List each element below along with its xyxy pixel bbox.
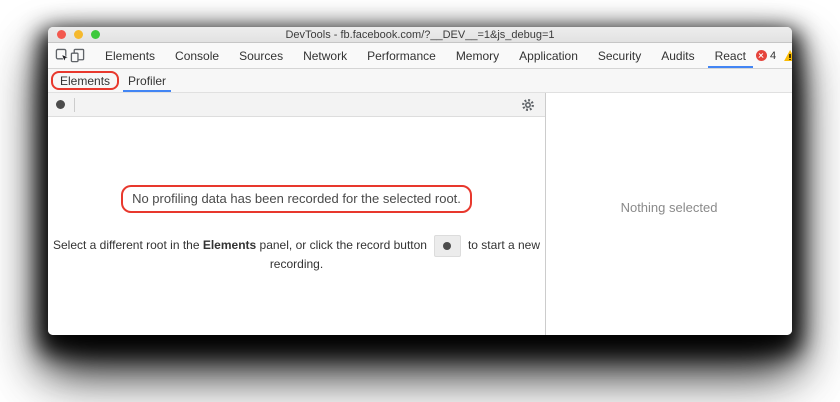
inline-record-icon bbox=[443, 242, 451, 250]
react-subtabbar: Elements Profiler bbox=[48, 69, 792, 93]
settings-button[interactable] bbox=[519, 93, 537, 117]
warning-badge[interactable]: 4 bbox=[784, 50, 792, 62]
inspect-cursor-icon bbox=[55, 48, 70, 63]
tab-elements[interactable]: Elements bbox=[95, 43, 165, 68]
error-count: 4 bbox=[770, 50, 776, 62]
hint-middle: panel, or click the record button bbox=[256, 238, 427, 252]
record-button[interactable] bbox=[56, 100, 65, 109]
window-title: DevTools - fb.facebook.com/?__DEV__=1&js… bbox=[48, 29, 792, 41]
hint-elements-bold: Elements bbox=[203, 238, 256, 252]
gear-icon bbox=[521, 98, 535, 112]
tab-sources[interactable]: Sources bbox=[229, 43, 293, 68]
profiler-empty-state: No profiling data has been recorded for … bbox=[48, 117, 545, 335]
subtab-profiler[interactable]: Profiler bbox=[123, 69, 171, 92]
tab-react[interactable]: React bbox=[705, 43, 756, 68]
tab-security[interactable]: Security bbox=[588, 43, 651, 68]
tab-memory[interactable]: Memory bbox=[446, 43, 509, 68]
annotation-highlight-message: No profiling data has been recorded for … bbox=[121, 185, 472, 213]
inline-record-button[interactable] bbox=[434, 235, 461, 257]
hint-prefix: Select a different root in the bbox=[53, 238, 203, 252]
annotation-highlight-elements: Elements bbox=[51, 71, 119, 90]
devtools-window: DevTools - fb.facebook.com/?__DEV__=1&js… bbox=[48, 27, 792, 335]
warning-icon bbox=[784, 50, 792, 61]
tab-application[interactable]: Application bbox=[509, 43, 588, 68]
profiler-toolbar bbox=[48, 93, 545, 117]
tab-network[interactable]: Network bbox=[293, 43, 357, 68]
profiler-toolbar-divider bbox=[74, 98, 75, 112]
nothing-selected-label: Nothing selected bbox=[546, 200, 792, 215]
devtools-tabbar: Elements Console Sources Network Perform… bbox=[48, 43, 792, 69]
profiler-hint: Select a different root in the Elements … bbox=[48, 235, 545, 271]
profiler-panel: No profiling data has been recorded for … bbox=[48, 93, 545, 335]
device-toolbar-button[interactable] bbox=[70, 43, 85, 69]
details-panel: Nothing selected bbox=[545, 93, 792, 335]
titlebar: DevTools - fb.facebook.com/?__DEV__=1&js… bbox=[48, 27, 792, 43]
profiler-empty-message: No profiling data has been recorded for … bbox=[132, 191, 461, 206]
error-badge[interactable]: 4 bbox=[756, 50, 776, 62]
tab-performance[interactable]: Performance bbox=[357, 43, 446, 68]
subtab-elements[interactable]: Elements bbox=[60, 74, 110, 88]
inspect-element-button[interactable] bbox=[55, 43, 70, 69]
react-panel-content: No profiling data has been recorded for … bbox=[48, 93, 792, 335]
tab-console[interactable]: Console bbox=[165, 43, 229, 68]
device-toolbar-icon bbox=[70, 48, 85, 63]
tab-audits[interactable]: Audits bbox=[651, 43, 704, 68]
error-icon bbox=[756, 50, 767, 61]
